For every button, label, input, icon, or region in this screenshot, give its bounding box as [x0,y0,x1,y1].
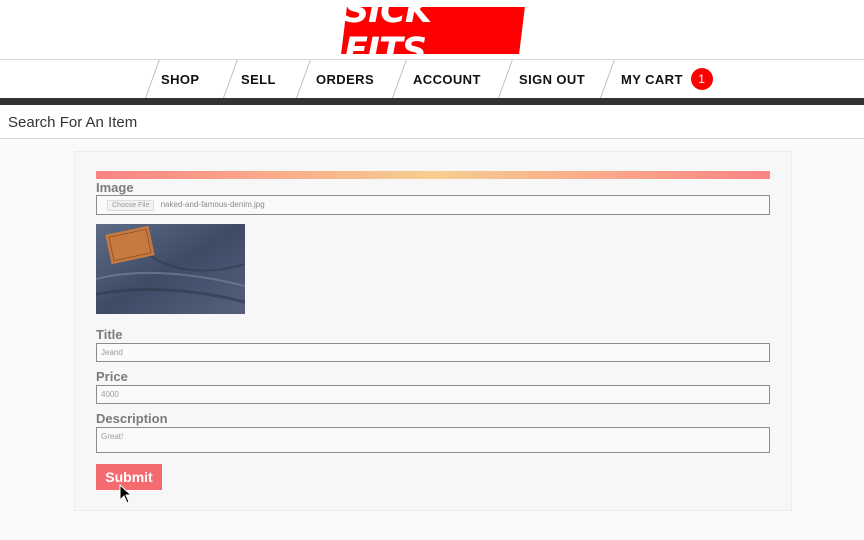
main-nav: SHOP SELL ORDERS ACCOUNT SIGN OUT MY CAR… [0,60,864,98]
file-name: naked-and-famous-denim.jpg [160,200,265,209]
search-bar[interactable]: Search For An Item [0,105,864,139]
site-header: SICK FITS [0,0,864,71]
choose-file-button[interactable]: Choose File [107,200,155,211]
nav-separator [498,60,513,98]
nav-shop-label: SHOP [161,71,200,87]
nav-orders-label: ORDERS [316,71,375,87]
nav-account[interactable]: ACCOUNT [413,60,481,98]
image-file-input[interactable]: Choose File naked-and-famous-denim.jpg [96,195,770,215]
title-label: Title [96,327,123,342]
nav-separator [145,60,160,98]
header-bottom-bar [0,98,864,105]
image-preview [96,224,245,314]
denim-image [96,224,245,314]
price-label: Price [96,369,128,384]
nav-separator [600,60,615,98]
description-textarea[interactable]: Great! [96,427,770,453]
description-label: Description [96,411,168,426]
nav-shop[interactable]: SHOP [161,60,199,98]
nav-my-cart-label: MY CART [621,71,683,87]
nav-sign-out-label: SIGN OUT [519,71,586,87]
nav-separator [223,60,238,98]
nav-sign-out[interactable]: SIGN OUT [519,60,585,98]
nav-separator [296,60,311,98]
title-input[interactable]: Jeand [96,343,770,362]
site-logo[interactable]: SICK FITS [341,0,525,71]
search-input[interactable]: Search For An Item [8,114,137,131]
nav-sell-label: SELL [241,71,276,87]
mouse-cursor-icon [119,484,133,504]
form-loading-bar [96,171,770,179]
nav-orders[interactable]: ORDERS [316,60,374,98]
price-input[interactable]: 4000 [96,385,770,404]
nav-account-label: ACCOUNT [413,71,481,87]
nav-separator [392,60,407,98]
nav-sell[interactable]: SELL [241,60,276,98]
nav-my-cart[interactable]: MY CART 1 [621,60,713,98]
cart-count-badge: 1 [690,68,713,90]
image-label: Image [96,180,134,195]
